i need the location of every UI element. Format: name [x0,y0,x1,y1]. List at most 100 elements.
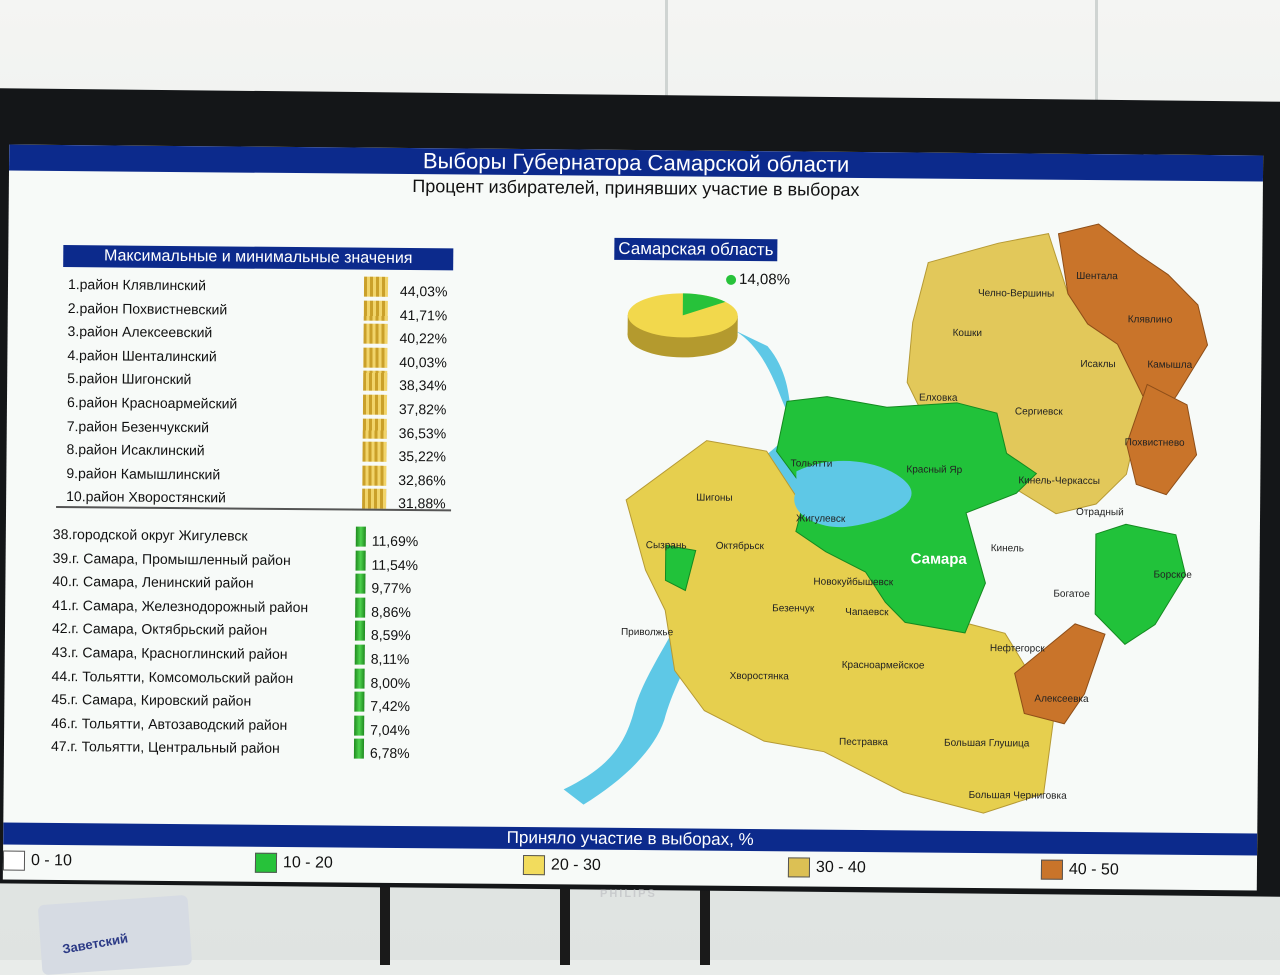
list-item-label: 7.район Безенчукский [66,417,210,435]
list-item-bar [355,526,366,547]
map-label: Большая Черниговка [968,789,1067,802]
list-item-label: 3.район Алексеевский [67,323,213,341]
list-item-value: 8,00% [370,674,411,691]
legend-swatch [254,852,278,873]
map-label: Безенчук [772,603,815,615]
list-item-value: 38,34% [399,377,447,394]
list-item-bar [354,691,365,712]
legend-item: 0 - 10 [2,850,72,872]
list-item-label: 4.район Шенталинский [67,346,217,365]
map-label: Клявлино [1127,314,1173,326]
map-label: Сызрань [645,540,687,552]
legend-label: 0 - 10 [30,851,72,870]
map-label: Красный Яр [906,464,963,476]
map-label: Отрадный [1076,506,1124,519]
region-name-box: Самарская область [614,237,778,262]
list-item-bar [354,644,365,665]
map-label: Нефтегорск [989,643,1045,655]
map-label: Сергиевск [1014,406,1063,418]
list-item-label: 47.г. Тольятти, Центральный район [50,738,280,757]
list-item-label: 42.г. Самара, Октябрьский район [51,620,268,639]
list-item-label: 8.район Исаклинский [66,441,205,459]
map-label: Шигоны [696,492,733,504]
list-item-value: 40,22% [399,330,448,347]
map-label: Богатое [1053,588,1090,600]
map-label-city: Самара [910,550,967,568]
map-label: Елховка [919,392,958,404]
list-item-bar [354,668,365,689]
legend-label: 40 - 50 [1068,861,1119,879]
list-item-bar [363,276,389,297]
list-item-value: 8,86% [371,603,411,620]
legend-item: 30 - 40 [787,857,866,878]
list-item-value: 6,78% [369,745,410,762]
list-item-label: 38.городской округ Жигулевск [52,525,248,544]
legend-label: 10 - 20 [282,854,333,872]
list-item-value: 8,59% [370,627,411,644]
map-label: Новокуйбышевск [813,576,894,589]
list-item-value: 41,71% [399,306,448,323]
region-value-text: 14,08% [739,270,791,289]
list-item-value: 40,03% [399,353,447,371]
list-item-value: 37,82% [398,400,447,418]
legend-label: 20 - 30 [550,856,601,874]
list-item-bar [362,465,387,486]
list-item-label: 41.г. Самара, Железнодорожный район [52,596,309,615]
list-item-label: 1.район Клявлинский [67,276,207,294]
minmax-header: Максимальные и минимальные значения [63,245,454,271]
map-label: Красноармейское [841,659,925,672]
legend-swatch [2,850,26,871]
map-label: Исаклы [1080,358,1116,371]
legend-label: 30 - 40 [815,858,866,877]
list-item-label: 45.г. Самара, Кировский район [51,691,252,709]
list-item-bar [362,441,387,463]
legend-item: 40 - 50 [1040,859,1119,881]
map-label: Большая Глушица [943,737,1030,750]
list-item-bar [363,371,388,392]
map-label: Камышла [1147,359,1193,371]
list-item-bar [363,323,388,345]
list-item-bar [355,597,366,618]
list-item-bar [362,394,388,415]
legend-item: 10 - 20 [254,852,333,874]
list-item-label: 5.район Шигонский [67,370,192,388]
region-value: 14,08% [726,270,791,289]
list-item-value: 11,69% [371,532,419,550]
list-item-label: 2.район Похвистневский [67,299,228,318]
legend-swatch [787,857,811,878]
legend-swatch [522,855,546,876]
list-item-value: 7,04% [370,721,410,738]
list-item-value: 31,88% [398,495,446,512]
list-item-label: 44.г. Тольятти, Комсомольский район [51,667,294,686]
map-label: Октябрьск [715,540,764,553]
map-label: Борское [1153,569,1192,581]
district-borskoe [1094,523,1187,645]
list-item-value: 32,86% [398,471,446,489]
list-item-bar [354,715,365,736]
map-label: Кошки [952,327,983,340]
list-item-value: 36,53% [398,424,447,441]
map-label: Чапаевск [845,606,889,619]
list-item-bar [363,300,388,321]
map-label: Алексеевка [1034,693,1089,705]
list-item-value: 11,54% [371,556,419,573]
list-item-bar [362,418,387,439]
list-item-bar [355,573,366,594]
map-label: Челно-Вершины [977,288,1055,300]
list-item-bar [362,489,387,510]
tv-brand-logo: PHILIPS [600,888,657,900]
map-label: Кинель [990,543,1025,555]
list-item-bar [354,620,366,642]
list-item-label: 43.г. Самара, Красноглинский район [51,643,288,662]
list-item-bar [355,550,366,571]
map-label: Хворостянка [729,670,789,683]
tv-stand-leg [380,885,390,965]
list-item-label: 39.г. Самара, Промышленный район [52,549,291,568]
map-label: Кинель-Черкассы [1018,475,1101,488]
list-item-label: 9.район Камышлинский [66,464,221,483]
list-item-label: 46.г. Тольятти, Автозаводский район [51,714,288,733]
tv-screen: Выборы Губернатора Самарской области Про… [2,144,1264,891]
list-item-value: 9,77% [371,579,412,597]
green-dot-icon [726,274,737,285]
map-label: Тольятти [790,458,833,470]
